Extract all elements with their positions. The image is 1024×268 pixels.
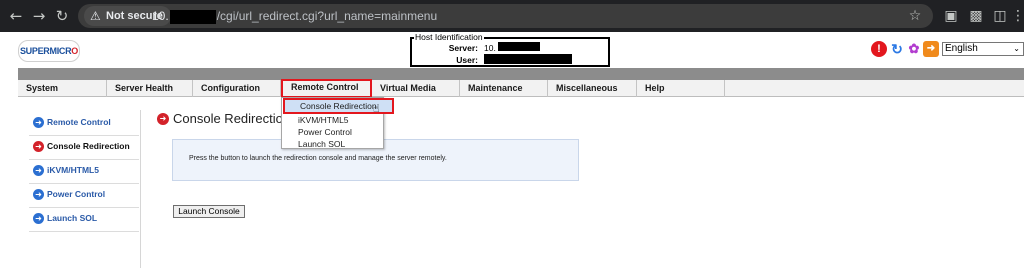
dropdown-item-label: Power Control <box>298 127 352 137</box>
sidebar-item-label: Power Control <box>47 189 106 199</box>
logo-mark: O <box>71 46 78 56</box>
host-identification-legend: Host Identification <box>414 32 484 42</box>
sidebar-item-launch-sol[interactable]: ➜ Launch SOL <box>29 208 139 232</box>
bookmark-star-icon[interactable]: ☆ <box>905 6 925 26</box>
forward-icon[interactable]: → <box>29 6 49 26</box>
dropdown-item-ikvm-html5[interactable]: iKVM/HTML5 <box>282 114 383 126</box>
side-panel-icon[interactable]: ◫ <box>990 6 1010 26</box>
chevron-down-icon: ⌄ <box>1013 44 1020 53</box>
main-menubar: System Server Health Configuration Remot… <box>18 79 1024 98</box>
feather-icon[interactable]: ✿ <box>906 41 922 57</box>
mouse-pointer-icon: ☝ <box>373 102 380 115</box>
sidebar-item-ikvm-html5[interactable]: ➜ iKVM/HTML5 <box>29 160 139 184</box>
redacted-user-name <box>484 54 572 64</box>
sidebar-item-label: Launch SOL <box>47 213 98 223</box>
url-path: /cgi/url_redirect.cgi?url_name=mainmenu <box>216 9 438 23</box>
language-selected: English <box>945 43 978 54</box>
menu-help[interactable]: Help <box>637 80 725 97</box>
menu-label: Configuration <box>201 83 260 93</box>
arrow-right-icon: ➜ <box>33 165 44 176</box>
header-band <box>18 68 1024 80</box>
menu-configuration[interactable]: Configuration <box>193 80 281 97</box>
refresh-icon[interactable]: ↻ <box>889 41 905 57</box>
site-info-icon: ⚠ <box>90 9 101 23</box>
menu-remote-control[interactable]: Remote Control <box>281 79 372 98</box>
back-icon[interactable]: ← <box>6 6 26 26</box>
sidebar-item-remote-control[interactable]: ➜ Remote Control <box>29 112 139 136</box>
browser-toolbar: ← → ↻ ⚠ Not secure 10./cgi/url_redirect.… <box>0 0 1024 32</box>
host-identification-box: Host Identification Server: 10. User: <box>410 32 610 67</box>
menu-server-health[interactable]: Server Health <box>107 80 193 97</box>
dropdown-item-power-control[interactable]: Power Control <box>282 126 383 138</box>
sidebar-item-label: Remote Control <box>47 117 111 127</box>
menu-label: Maintenance <box>468 83 523 93</box>
sidebar-item-label: iKVM/HTML5 <box>47 165 99 175</box>
menu-label: Miscellaneous <box>556 83 618 93</box>
url-text[interactable]: 10. /cgi/url_redirect.cgi?url_name=mainme… <box>152 6 437 26</box>
sidebar-divider <box>140 110 141 268</box>
user-label: User: <box>456 55 478 65</box>
arrow-right-icon: ➜ <box>33 189 44 200</box>
supermicro-logo: SUPERMICRO <box>18 40 80 62</box>
arrow-right-icon: ➜ <box>33 117 44 128</box>
logo-text: SUPERMICR <box>19 46 72 56</box>
menu-miscellaneous[interactable]: Miscellaneous <box>548 80 637 97</box>
sidebar-item-power-control[interactable]: ➜ Power Control <box>29 184 139 208</box>
dropdown-item-label: iKVM/HTML5 <box>298 115 349 125</box>
sidebar-item-console-redirection[interactable]: ➜ Console Redirection <box>29 136 139 160</box>
dropdown-item-label: Launch SOL <box>298 139 346 149</box>
arrow-right-icon: ➜ <box>33 213 44 224</box>
menu-maintenance[interactable]: Maintenance <box>460 80 548 97</box>
menu-label: Remote Control <box>291 82 359 92</box>
reload-icon[interactable]: ↻ <box>52 6 72 26</box>
remote-control-dropdown: Console Redirection iKVM/HTML5 Power Con… <box>281 97 394 150</box>
extensions-icon[interactable]: ▩ <box>966 6 986 26</box>
dropdown-item-label: Console Redirection <box>300 101 377 111</box>
menu-label: Virtual Media <box>380 83 436 93</box>
sidebar-item-label: Console Redirection <box>47 141 130 151</box>
info-text: Press the button to launch the redirecti… <box>189 155 447 162</box>
menu-virtual-media[interactable]: Virtual Media <box>372 80 460 97</box>
dropdown-item-launch-sol[interactable]: Launch SOL <box>282 138 383 150</box>
logout-icon[interactable]: ➜ <box>923 41 939 57</box>
extension-shield-icon[interactable]: ▣ <box>941 6 961 26</box>
launch-console-button[interactable]: Launch Console <box>173 205 245 218</box>
menu-icon[interactable]: ⋮ <box>1008 6 1024 26</box>
redacted-host <box>169 9 216 24</box>
arrow-right-icon: ➜ <box>33 141 44 152</box>
menu-label: System <box>26 83 59 93</box>
server-value: 10. <box>484 43 496 53</box>
arrow-right-icon: ➜ <box>157 113 169 125</box>
menu-label: Help <box>645 83 665 93</box>
redacted-server-address <box>498 42 540 51</box>
menu-label: Server Health <box>115 83 174 93</box>
menu-system[interactable]: System <box>18 80 107 97</box>
alert-icon[interactable]: ! <box>871 41 887 57</box>
server-label: Server: <box>448 43 478 53</box>
language-select[interactable]: English ⌄ <box>942 42 1024 56</box>
url-host-prefix: 10. <box>152 9 169 23</box>
page-title: Console Redirection <box>173 111 291 126</box>
